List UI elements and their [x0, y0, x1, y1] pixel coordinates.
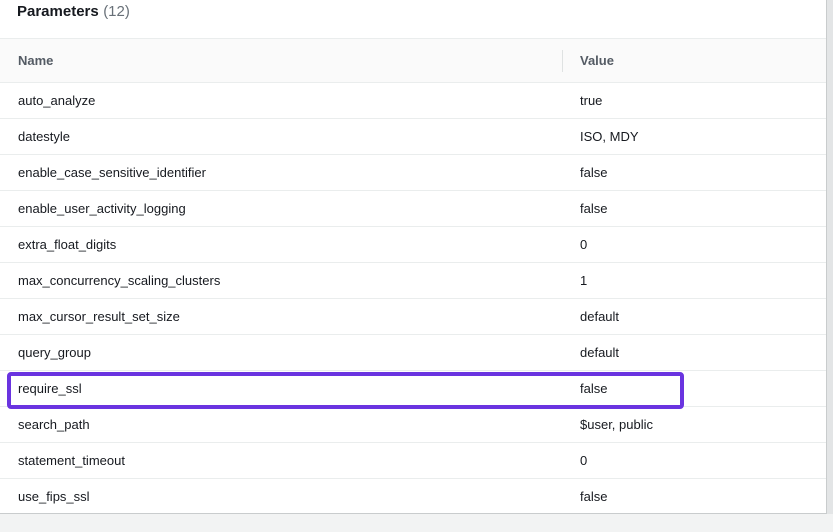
parameter-value: true: [580, 93, 603, 108]
table-row: max_concurrency_scaling_clusters 1: [0, 263, 826, 299]
table-row: query_group default: [0, 335, 826, 371]
parameter-value: false: [580, 489, 608, 504]
parameter-name: query_group: [18, 345, 91, 360]
table-header: Name Value: [0, 39, 826, 83]
table-row: statement_timeout 0: [0, 443, 826, 479]
parameter-value: 1: [580, 273, 588, 288]
table-row: search_path $user, public: [0, 407, 826, 443]
table-row: extra_float_digits 0: [0, 227, 826, 263]
table-body: auto_analyze true datestyle ISO, MDY ena…: [0, 83, 826, 513]
parameter-value: false: [580, 201, 608, 216]
table-row: max_cursor_result_set_size default: [0, 299, 826, 335]
parameter-value: ISO, MDY: [580, 129, 639, 144]
parameter-value: 0: [580, 237, 588, 252]
parameter-name: max_cursor_result_set_size: [18, 309, 180, 324]
parameter-name: statement_timeout: [18, 453, 125, 468]
table-row: use_fips_ssl false: [0, 479, 826, 513]
parameter-name: enable_case_sensitive_identifier: [18, 165, 206, 180]
parameter-name: extra_float_digits: [18, 237, 117, 252]
parameter-name: use_fips_ssl: [18, 489, 90, 504]
column-header-name[interactable]: Name: [18, 39, 53, 82]
table-row: datestyle ISO, MDY: [0, 119, 826, 155]
parameter-count: (12): [103, 3, 130, 20]
parameter-value: false: [580, 165, 608, 180]
parameter-name: datestyle: [18, 129, 71, 144]
column-header-value[interactable]: Value: [580, 39, 614, 82]
parameters-panel: Parameters (12) Name Value auto_analyze …: [0, 0, 827, 514]
parameter-name: max_concurrency_scaling_clusters: [18, 273, 221, 288]
parameter-name: enable_user_activity_logging: [18, 201, 186, 216]
table-row-highlighted: require_ssl false: [0, 371, 826, 407]
parameter-value: default: [580, 345, 620, 360]
vertical-scrollbar[interactable]: [827, 0, 833, 514]
panel-title: Parameters: [17, 3, 99, 20]
table-row: auto_analyze true: [0, 83, 826, 119]
parameter-name: search_path: [18, 417, 90, 432]
table-row: enable_user_activity_logging false: [0, 191, 826, 227]
parameter-name: require_ssl: [18, 381, 82, 396]
parameter-name: auto_analyze: [18, 93, 96, 108]
column-divider[interactable]: [562, 50, 563, 72]
panel-header: Parameters (12): [0, 0, 826, 39]
parameter-value: 0: [580, 453, 588, 468]
parameter-value: $user, public: [580, 417, 653, 432]
table-row: enable_case_sensitive_identifier false: [0, 155, 826, 191]
parameter-value: default: [580, 309, 620, 324]
parameter-value: false: [580, 381, 608, 396]
